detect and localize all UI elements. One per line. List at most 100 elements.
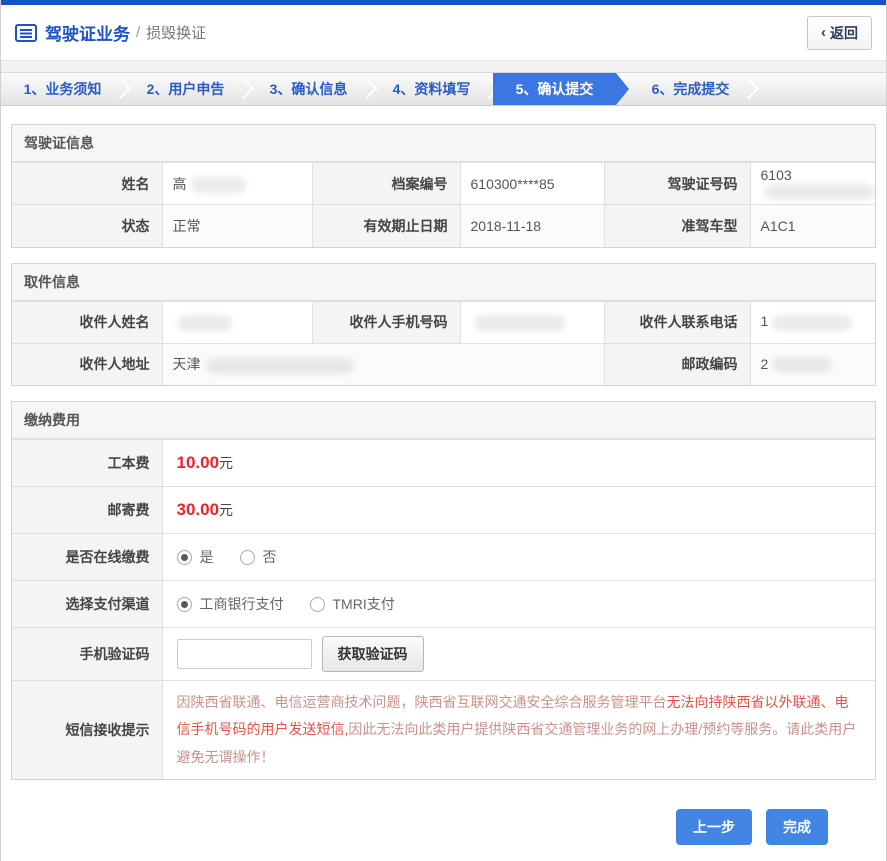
- hint-part-1: 因陕西省联通、电信运营商技术问题，陕西省互联网交通安全综合服务管理平台: [176, 694, 667, 710]
- step-label: 5、确认提交: [515, 81, 594, 97]
- redacted-smear: [176, 314, 232, 331]
- get-sms-code-button[interactable]: 获取验证码: [321, 636, 424, 672]
- redacted-smear: [474, 314, 565, 331]
- breadcrumb-current: 损毁换证: [146, 25, 207, 42]
- channel-icbc-option[interactable]: 工商银行支付: [176, 594, 284, 614]
- delivery-section-title: 取件信息: [12, 263, 875, 301]
- step-6-complete-submit[interactable]: 6、完成提交: [629, 73, 760, 105]
- previous-step-button[interactable]: 上一步: [676, 808, 752, 845]
- post-fee-unit: 元: [219, 502, 234, 518]
- work-fee-value: 10.00元: [161, 439, 875, 487]
- post-fee-value: 30.00元: [161, 486, 875, 534]
- step-label: 6、完成提交: [651, 81, 730, 97]
- step-2-user-declaration[interactable]: 2、用户申告: [124, 73, 255, 105]
- work-fee-label: 工本费: [12, 439, 163, 487]
- post-fee-amount: 30.00: [176, 500, 220, 519]
- step-label: 4、资料填写: [392, 81, 471, 97]
- table-row: 邮寄费 30.00元: [12, 486, 875, 534]
- sms-code-label: 手机验证码: [12, 627, 163, 681]
- radio-label: 工商银行支付: [199, 596, 284, 612]
- step-4-fill-materials[interactable]: 4、资料填写: [370, 73, 501, 105]
- payment-section: 缴纳费用 工本费 10.00元 邮寄费 30.00元 是否在线缴费 是 否 选择…: [11, 401, 876, 780]
- step-label: 1、业务须知: [23, 81, 102, 97]
- finish-button[interactable]: 完成: [766, 808, 828, 845]
- radio-unchecked-icon[interactable]: [309, 596, 325, 612]
- radio-unchecked-icon[interactable]: [239, 549, 255, 565]
- main-content: 驾驶证信息 姓名 高 档案编号 610300****85 驾驶证号码 6103 …: [1, 106, 886, 780]
- recipient-mobile-label: 收件人手机号码: [311, 300, 461, 344]
- valid-until-label: 有效期止日期: [311, 204, 461, 247]
- table-row: 收件人地址 天津 邮政编码 2: [12, 342, 875, 385]
- breadcrumb-divider: /: [136, 24, 141, 41]
- recipient-name-value: [161, 300, 313, 344]
- table-row: 短信接收提示 因陕西省联通、电信运营商技术问题，陕西省互联网交通安全综合服务管理…: [12, 679, 875, 779]
- step-1-business-notice[interactable]: 1、业务须知: [1, 73, 132, 105]
- radio-label: 否: [262, 549, 277, 565]
- redacted-smear: [772, 356, 833, 373]
- delivery-info-section: 取件信息 收件人姓名 收件人手机号码 收件人联系电话 1 收件人地址 天津 邮政…: [11, 262, 876, 386]
- status-label: 状态: [12, 204, 163, 247]
- footer-actions: 上一步 完成: [1, 794, 886, 861]
- step-label: 2、用户申告: [146, 81, 225, 97]
- back-chevron-icon: ‹: [821, 24, 826, 41]
- radio-checked-icon[interactable]: [176, 549, 192, 565]
- valid-until-value: 2018-11-18: [459, 204, 605, 247]
- table-row: 是否在线缴费 是 否: [12, 533, 875, 581]
- step-separator-chevron-icon: [737, 77, 760, 100]
- radio-checked-icon[interactable]: [176, 596, 192, 612]
- name-label: 姓名: [12, 162, 163, 205]
- table-row: 姓名 高 档案编号 610300****85 驾驶证号码 6103: [12, 162, 875, 205]
- radio-label: 是: [199, 549, 214, 565]
- recipient-phone-label: 收件人联系电话: [603, 300, 751, 344]
- post-fee-label: 邮寄费: [12, 486, 163, 534]
- sms-hint-message: 因陕西省联通、电信运营商技术问题，陕西省互联网交通安全综合服务管理平台无法向持陕…: [177, 689, 862, 771]
- sms-code-input[interactable]: [176, 639, 312, 669]
- online-pay-options: 是 否: [161, 533, 875, 581]
- name-value: 高: [161, 162, 313, 205]
- vehicle-class-label: 准驾车型: [603, 204, 751, 247]
- table-row: 工本费 10.00元: [12, 439, 875, 487]
- page-header: 驾驶证业务 / 损毁换证 ‹ 返回: [1, 5, 886, 60]
- channel-tmri-option[interactable]: TMRI支付: [309, 594, 395, 614]
- step-3-confirm-info[interactable]: 3、确认信息: [247, 73, 378, 105]
- back-button-label: 返回: [830, 24, 858, 41]
- step-5-confirm-submit-active[interactable]: 5、确认提交: [493, 73, 629, 105]
- payment-table: 工本费 10.00元 邮寄费 30.00元 是否在线缴费 是 否 选择支付渠道 …: [12, 439, 875, 779]
- step-progress-bar: 1、业务须知 2、用户申告 3、确认信息 4、资料填写 5、确认提交 6、完成提…: [1, 72, 886, 106]
- status-value: 正常: [161, 204, 313, 247]
- payment-section-title: 缴纳费用: [12, 402, 875, 439]
- back-button[interactable]: ‹ 返回: [807, 15, 872, 50]
- vehicle-class-value: A1C1: [749, 204, 875, 247]
- page-title: 驾驶证业务: [45, 25, 130, 44]
- postal-code-label: 邮政编码: [603, 342, 751, 385]
- license-no-label: 驾驶证号码: [603, 162, 751, 205]
- recipient-name-label: 收件人姓名: [12, 300, 163, 344]
- license-info-section: 驾驶证信息 姓名 高 档案编号 610300****85 驾驶证号码 6103 …: [11, 124, 876, 248]
- table-row: 选择支付渠道 工商银行支付 TMRI支付: [12, 580, 875, 628]
- online-pay-yes-option[interactable]: 是: [176, 547, 214, 567]
- license-info-table: 姓名 高 档案编号 610300****85 驾驶证号码 6103 状态 正常 …: [12, 162, 875, 247]
- step-label: 3、确认信息: [269, 81, 348, 97]
- work-fee-amount: 10.00: [176, 453, 220, 472]
- recipient-address-value: 天津: [161, 342, 605, 385]
- redacted-smear: [764, 184, 875, 201]
- redacted-smear: [772, 314, 853, 331]
- business-list-icon: [15, 23, 37, 42]
- header-divider-band: [1, 60, 886, 72]
- pay-channel-options: 工商银行支付 TMRI支付: [161, 580, 875, 628]
- delivery-info-table: 收件人姓名 收件人手机号码 收件人联系电话 1 收件人地址 天津 邮政编码 2: [12, 300, 875, 385]
- redacted-smear: [190, 176, 246, 193]
- redacted-smear: [204, 357, 355, 374]
- page-container: 驾驶证业务 / 损毁换证 ‹ 返回 1、业务须知 2、用户申告 3、确认信息 4…: [0, 0, 887, 861]
- postal-code-value: 2: [749, 342, 875, 385]
- license-no-value: 6103: [749, 162, 875, 205]
- work-fee-unit: 元: [219, 455, 234, 471]
- online-pay-no-option[interactable]: 否: [239, 547, 277, 567]
- pay-channel-label: 选择支付渠道: [12, 580, 163, 628]
- recipient-address-label: 收件人地址: [12, 342, 163, 385]
- license-section-title: 驾驶证信息: [12, 125, 875, 162]
- sms-hint-cell: 因陕西省联通、电信运营商技术问题，陕西省互联网交通安全综合服务管理平台无法向持陕…: [161, 679, 875, 779]
- table-row: 收件人姓名 收件人手机号码 收件人联系电话 1: [12, 300, 875, 344]
- file-no-value: 610300****85: [459, 162, 605, 205]
- sms-hint-label: 短信接收提示: [12, 679, 163, 779]
